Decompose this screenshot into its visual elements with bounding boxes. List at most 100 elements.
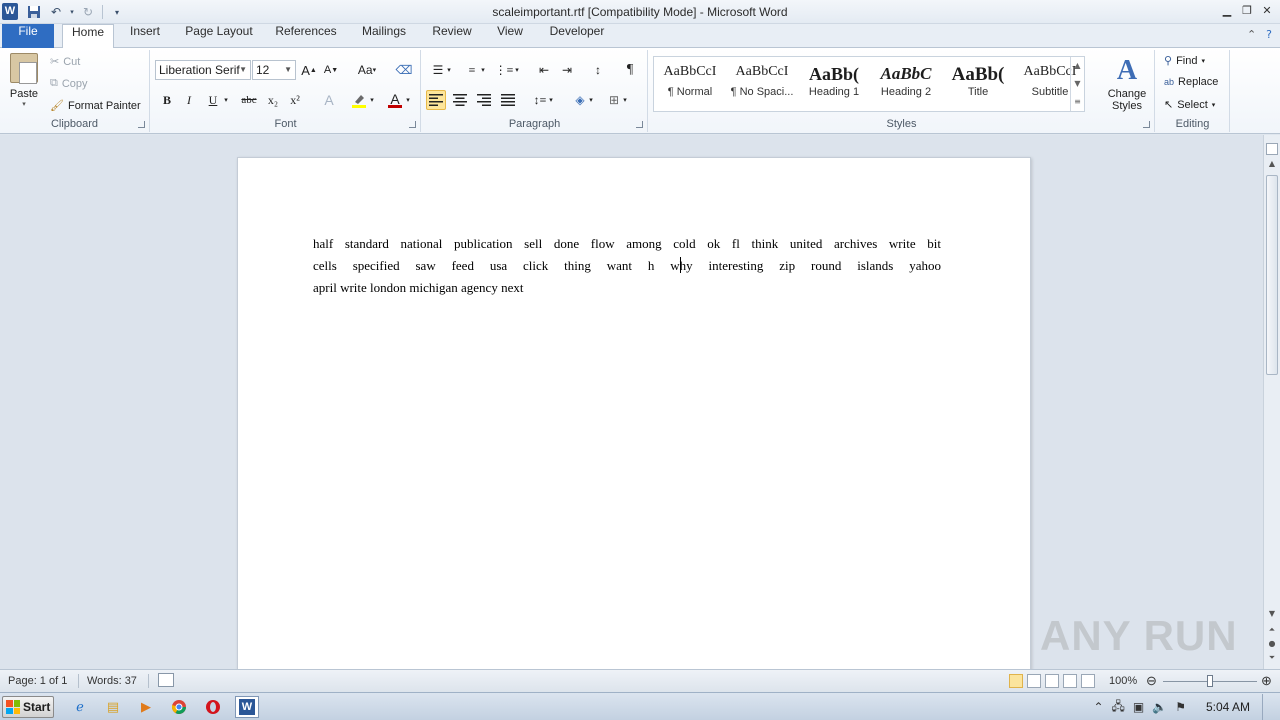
font-size-combo[interactable]: 12 ▼ — [252, 60, 296, 80]
scroll-up-icon[interactable]: ▲ — [1264, 159, 1280, 168]
sort-icon[interactable]: ↕ — [588, 60, 608, 80]
borders-dropdown-icon[interactable]: ▾ — [620, 90, 630, 110]
tab-mailings[interactable]: Mailings — [354, 24, 414, 48]
cut-button[interactable]: ✂ Cut — [50, 55, 80, 69]
font-size-dropdown-icon[interactable]: ▼ — [284, 65, 292, 74]
align-left-icon[interactable] — [426, 90, 446, 110]
proofing-icon[interactable] — [158, 673, 174, 687]
align-right-icon[interactable] — [474, 90, 494, 110]
multilevel-dropdown-icon[interactable]: ▾ — [512, 60, 522, 80]
justify-icon[interactable] — [498, 90, 518, 110]
previous-page-icon[interactable]: ⏶ — [1264, 625, 1280, 635]
minimize-icon[interactable]: ▁ — [1218, 2, 1236, 18]
font-name-dropdown-icon[interactable]: ▼ — [239, 65, 247, 74]
outline-view-icon[interactable] — [1063, 674, 1077, 688]
style-title[interactable]: AaBb( Title — [942, 57, 1014, 111]
opera-icon[interactable] — [201, 696, 225, 718]
paste-button[interactable]: Paste ▾ — [6, 53, 42, 115]
close-icon[interactable]: ✕ — [1258, 2, 1276, 18]
next-page-icon[interactable]: ⏷ — [1264, 653, 1280, 663]
bold-button[interactable]: B — [157, 90, 177, 110]
draft-view-icon[interactable] — [1081, 674, 1095, 688]
numbering-dropdown-icon[interactable]: ▾ — [478, 60, 488, 80]
bullets-dropdown-icon[interactable]: ▾ — [444, 60, 454, 80]
show-formatting-marks-button[interactable]: ¶ — [620, 60, 640, 80]
decrease-indent-icon[interactable]: ⇤ — [534, 60, 554, 80]
full-screen-reading-icon[interactable] — [1027, 674, 1041, 688]
word-taskbar-icon[interactable]: W — [235, 696, 259, 718]
change-case-button[interactable]: Aa ▾ — [353, 60, 381, 80]
internet-explorer-icon[interactable]: ℯ — [68, 696, 92, 718]
select-dropdown-icon[interactable]: ▾ — [1212, 101, 1216, 109]
align-center-icon[interactable] — [450, 90, 470, 110]
line-spacing-dropdown-icon[interactable]: ▾ — [546, 90, 556, 110]
style-normal[interactable]: AaBbCcI ¶ Normal — [654, 57, 726, 111]
volume-icon[interactable]: 🔈 — [1152, 700, 1167, 714]
vertical-scrollbar[interactable]: ▲ ▼ ⏶ ● ⏷ — [1263, 135, 1280, 669]
web-layout-icon[interactable] — [1045, 674, 1059, 688]
find-dropdown-icon[interactable]: ▾ — [1201, 57, 1205, 65]
increase-indent-icon[interactable]: ⇥ — [557, 60, 577, 80]
clear-formatting-icon[interactable]: ⌫ — [394, 60, 414, 80]
show-desktop-button[interactable] — [1262, 694, 1272, 720]
highlight-dropdown-icon[interactable]: ▾ — [367, 90, 377, 110]
tab-references[interactable]: References — [270, 24, 342, 48]
font-color-dropdown-icon[interactable]: ▾ — [403, 90, 413, 110]
style-heading-2[interactable]: AaBbC Heading 2 — [870, 57, 942, 111]
action-center-icon[interactable]: ▣ — [1133, 700, 1144, 714]
tab-file[interactable]: File — [2, 24, 54, 48]
media-player-icon[interactable]: ▶ — [134, 696, 158, 718]
format-painter-button[interactable]: 🖌 Format Painter — [50, 99, 141, 113]
flag-icon[interactable]: ⚑ — [1175, 700, 1186, 714]
copy-button[interactable]: ⧉ Copy — [50, 77, 88, 90]
subscript-button[interactable]: x₂ — [263, 90, 283, 110]
tab-insert[interactable]: Insert — [122, 24, 168, 48]
word-count[interactable]: Words: 37 — [87, 675, 137, 687]
replace-button[interactable]: ab Replace — [1164, 76, 1218, 88]
tab-developer[interactable]: Developer — [542, 24, 612, 48]
grow-font-button[interactable]: A ▲ — [299, 60, 319, 80]
shrink-font-button[interactable]: A ▼ — [321, 60, 341, 80]
show-hidden-icons-icon[interactable]: ⌃ — [1093, 700, 1103, 714]
scroll-thumb[interactable] — [1266, 175, 1278, 375]
highlight-button[interactable] — [349, 90, 369, 110]
change-styles-button[interactable]: A Change Styles — [1099, 54, 1155, 112]
tab-home[interactable]: Home — [62, 24, 114, 49]
document-page[interactable]: half standard national publication sell … — [237, 157, 1031, 669]
style-no-spacing[interactable]: AaBbCcI ¶ No Spaci... — [726, 57, 798, 111]
tab-view[interactable]: View — [490, 24, 530, 48]
strikethrough-button[interactable]: abc — [237, 90, 261, 110]
superscript-button[interactable]: x² — [285, 90, 305, 110]
file-explorer-icon[interactable]: ▤ — [101, 696, 125, 718]
gallery-more-icon[interactable]: ≡ — [1071, 93, 1084, 111]
minimize-ribbon-icon[interactable]: ⌃ — [1247, 28, 1256, 41]
clock[interactable]: 5:04 AM — [1206, 700, 1250, 714]
font-name-combo[interactable]: Liberation Serif ▼ — [155, 60, 251, 80]
browse-object-icon[interactable]: ● — [1264, 639, 1280, 648]
font-color-button[interactable]: A — [385, 90, 405, 110]
document-body[interactable]: half standard national publication sell … — [313, 233, 941, 299]
view-ruler-icon[interactable] — [1266, 143, 1278, 155]
style-heading-1[interactable]: AaBb( Heading 1 — [798, 57, 870, 111]
gallery-up-icon[interactable]: ▲ — [1071, 57, 1084, 75]
shading-dropdown-icon[interactable]: ▾ — [586, 90, 596, 110]
tab-review[interactable]: Review — [426, 24, 478, 48]
scroll-down-icon[interactable]: ▼ — [1264, 609, 1280, 618]
find-button[interactable]: ⚲ Find ▾ — [1164, 54, 1205, 68]
page-count[interactable]: Page: 1 of 1 — [8, 675, 67, 687]
zoom-out-icon[interactable]: ⊖ — [1146, 673, 1157, 689]
tab-page-layout[interactable]: Page Layout — [180, 24, 258, 48]
zoom-slider-thumb[interactable] — [1207, 675, 1213, 687]
italic-button[interactable]: I — [179, 90, 199, 110]
styles-dialog-launcher-icon[interactable] — [1143, 121, 1150, 128]
restore-icon[interactable]: ❐ — [1238, 2, 1256, 18]
network-icon[interactable]: 🖧 — [1112, 697, 1125, 718]
gallery-down-icon[interactable]: ▼ — [1071, 75, 1084, 93]
text-effects-button[interactable]: A — [319, 90, 339, 110]
select-button[interactable]: ↖ Select ▾ — [1164, 98, 1216, 112]
print-layout-icon[interactable] — [1009, 674, 1023, 688]
underline-button[interactable]: U — [203, 90, 223, 110]
font-dialog-launcher-icon[interactable] — [409, 121, 416, 128]
start-button[interactable]: Start — [2, 696, 54, 718]
multilevel-list-icon[interactable]: ⋮≡ — [494, 60, 514, 80]
